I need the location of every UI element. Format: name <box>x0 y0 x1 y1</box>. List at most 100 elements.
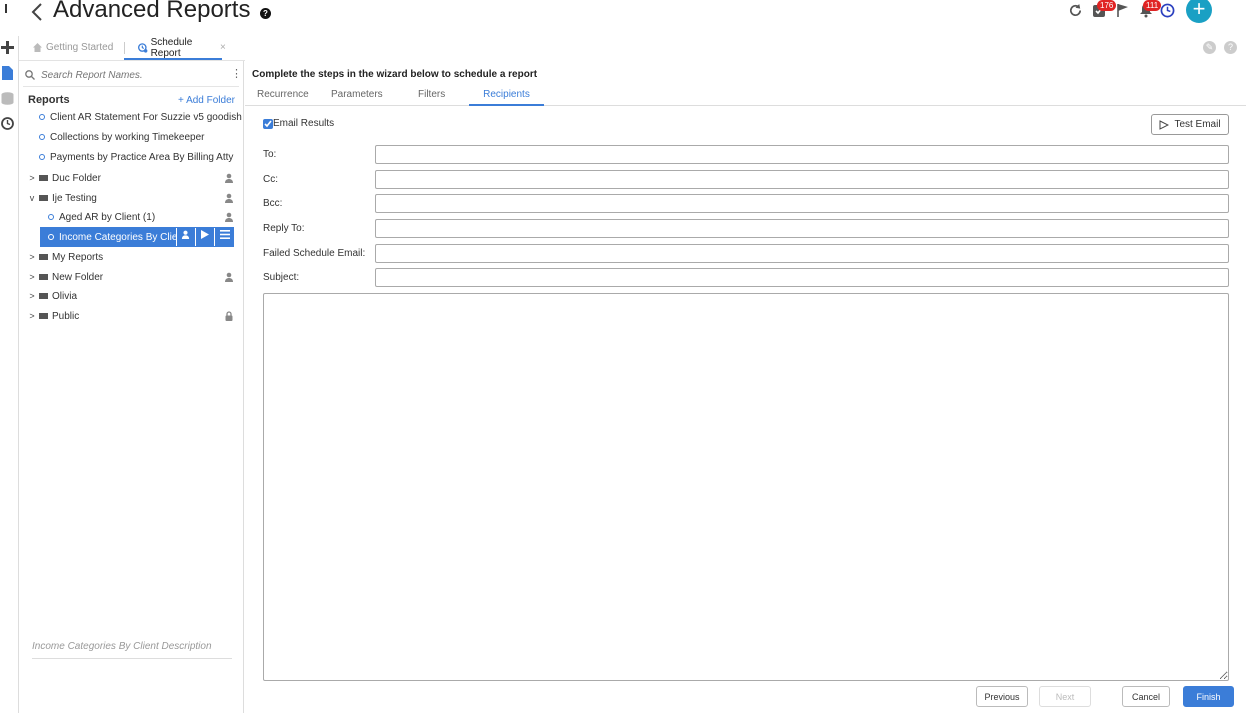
test-email-label: Test Email <box>1174 119 1221 130</box>
play-icon <box>200 230 209 239</box>
report-label: Client AR Statement For Suzzie v5 goodis… <box>50 111 242 123</box>
chevron-right-icon[interactable]: > <box>28 173 36 183</box>
reports-sidebar: ⋮ Reports + Add Folder Client AR Stateme… <box>20 61 244 713</box>
report-label: Collections by working Timekeeper <box>50 131 205 143</box>
bcc-field[interactable] <box>375 194 1229 213</box>
cancel-button[interactable]: Cancel <box>1122 686 1170 707</box>
add-new-button[interactable]: + <box>1186 0 1212 23</box>
cc-field[interactable] <box>375 170 1229 189</box>
folder-icon <box>39 254 48 260</box>
email-results-label: Email Results <box>273 118 335 129</box>
folder-icon <box>39 293 48 299</box>
document-icon[interactable] <box>2 66 13 80</box>
report-label: Payments by Practice Area By Billing Att… <box>50 151 234 163</box>
finish-button[interactable]: Finish <box>1183 686 1234 707</box>
window-marker <box>5 4 7 13</box>
bcc-label: Bcc: <box>263 198 283 209</box>
refresh-icon[interactable] <box>1068 3 1083 18</box>
share-user-button[interactable] <box>176 228 194 246</box>
chevron-right-icon[interactable]: > <box>28 291 36 301</box>
divider <box>23 86 239 87</box>
folder-icon <box>39 313 48 319</box>
report-description-field[interactable]: Income Categories By Client Description <box>32 641 212 652</box>
chevron-right-icon[interactable]: > <box>28 252 36 262</box>
back-chevron-icon[interactable] <box>30 2 44 22</box>
folder-label: Duc Folder <box>52 172 101 184</box>
cc-label: Cc: <box>263 174 278 185</box>
list-item-selected[interactable]: Income Categories By Client <box>40 227 234 247</box>
subject-field[interactable] <box>375 268 1229 287</box>
reply-to-field[interactable] <box>375 219 1229 238</box>
app-header: Advanced Reports ? 176 111 + <box>0 0 1246 32</box>
tab-recipients[interactable]: Recipients <box>469 86 544 106</box>
home-icon <box>33 43 42 52</box>
tab-parameters[interactable]: Parameters <box>331 89 383 100</box>
wrench-icon[interactable]: ✎ <box>1203 41 1216 54</box>
add-folder-link[interactable]: + Add Folder <box>178 95 235 106</box>
report-label: Income Categories By Client <box>59 231 186 243</box>
tab-recurrence[interactable]: Recurrence <box>257 89 309 100</box>
tab-filters[interactable]: Filters <box>418 89 445 100</box>
help-icon[interactable]: ? <box>260 8 271 19</box>
tab-schedule-report[interactable]: Schedule Report <box>124 37 222 60</box>
to-label: To: <box>263 149 277 160</box>
search-icon <box>25 70 35 80</box>
user-icon <box>225 173 233 183</box>
user-icon <box>225 212 233 222</box>
tasks-count-badge: 176 <box>1097 0 1117 11</box>
chevron-down-icon[interactable]: v <box>28 193 36 203</box>
email-body-textarea[interactable] <box>263 293 1229 681</box>
list-item[interactable]: Aged AR by Client (1) <box>48 207 234 227</box>
failed-schedule-email-field[interactable] <box>375 244 1229 263</box>
user-icon <box>181 230 190 239</box>
clock-icon[interactable] <box>1160 3 1175 18</box>
report-menu-button[interactable] <box>214 228 234 246</box>
tab-getting-started[interactable]: Getting Started <box>33 42 113 53</box>
email-results-checkbox-row[interactable]: Email Results <box>263 118 334 129</box>
run-report-button[interactable] <box>195 228 213 246</box>
next-button[interactable]: Next <box>1039 686 1091 707</box>
help-circle-icon[interactable]: ? <box>1224 41 1237 54</box>
folder-item[interactable]: > New Folder <box>28 267 234 287</box>
plus-icon[interactable] <box>1 41 14 54</box>
to-field[interactable] <box>375 145 1229 164</box>
folder-item[interactable]: > My Reports <box>28 247 234 267</box>
list-item[interactable]: Collections by working Timekeeper <box>39 127 253 147</box>
user-icon <box>225 193 233 203</box>
user-icon <box>225 272 233 282</box>
left-rail <box>0 36 19 713</box>
report-icon <box>39 114 45 120</box>
folder-icon <box>39 195 48 201</box>
folder-item[interactable]: v Ije Testing <box>28 188 234 208</box>
flag-icon[interactable] <box>1116 3 1129 18</box>
tab-schedule-report-label: Schedule Report <box>150 37 193 59</box>
kebab-menu-icon[interactable]: ⋮ <box>231 69 242 80</box>
history-clock-icon[interactable] <box>1 117 14 130</box>
page-title: Advanced Reports <box>53 0 251 23</box>
subject-label: Subject: <box>263 272 300 283</box>
folder-label: Ije Testing <box>52 192 97 204</box>
tab-getting-started-label: Getting Started <box>46 42 114 53</box>
folder-item[interactable]: > Public <box>28 306 234 326</box>
report-icon <box>48 234 54 240</box>
previous-button[interactable]: Previous <box>976 686 1028 707</box>
failed-schedule-email-label: Failed Schedule Email: <box>263 248 366 259</box>
database-icon[interactable] <box>1 92 14 105</box>
menu-icon <box>219 230 230 239</box>
chevron-right-icon[interactable]: > <box>28 272 36 282</box>
folder-item[interactable]: > Olivia <box>28 286 234 306</box>
report-label: Aged AR by Client (1) <box>59 211 156 223</box>
report-icon <box>39 134 45 140</box>
search-input[interactable] <box>41 69 221 81</box>
folder-icon <box>39 274 48 280</box>
chevron-right-icon[interactable]: > <box>28 311 36 321</box>
folder-item[interactable]: > Duc Folder <box>28 168 234 188</box>
lock-icon <box>225 311 233 321</box>
list-item[interactable]: Client AR Statement For Suzzie v5 goodis… <box>39 107 253 127</box>
list-item[interactable]: Payments by Practice Area By Billing Att… <box>39 147 253 167</box>
email-results-checkbox[interactable] <box>263 118 273 129</box>
close-tab-icon[interactable]: × <box>220 42 226 53</box>
notifications-count-badge: 111 <box>1143 0 1162 11</box>
report-icon <box>48 214 54 220</box>
test-email-button[interactable]: Test Email <box>1151 114 1229 135</box>
